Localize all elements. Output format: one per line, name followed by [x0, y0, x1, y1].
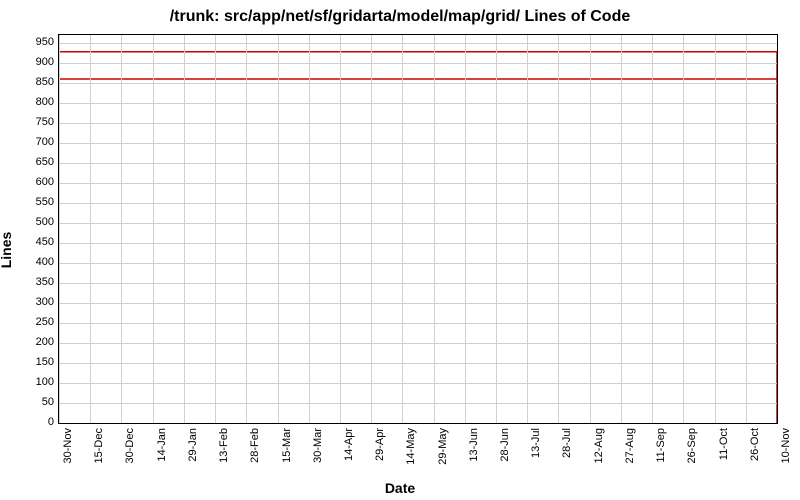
x-tick-label: 29-May	[437, 428, 449, 465]
gridline-vertical	[278, 35, 279, 423]
gridline-vertical	[59, 35, 60, 423]
x-tick-label: 26-Oct	[749, 428, 761, 461]
y-tick-label: 600	[14, 176, 54, 188]
gridline-vertical	[621, 35, 622, 423]
y-tick-label: 500	[14, 216, 54, 228]
x-tick-label: 28-Feb	[249, 428, 261, 463]
x-tick-label: 11-Sep	[655, 428, 667, 463]
y-tick-label: 150	[14, 356, 54, 368]
gridline-horizontal	[59, 303, 777, 304]
gridline-vertical	[558, 35, 559, 423]
y-tick-label: 0	[14, 416, 54, 428]
chart-container: /trunk: src/app/net/sf/gridarta/model/ma…	[0, 0, 800, 500]
gridline-horizontal	[59, 103, 777, 104]
gridline-vertical	[121, 35, 122, 423]
gridline-vertical	[371, 35, 372, 423]
y-tick-label: 700	[14, 136, 54, 148]
gridline-horizontal	[59, 83, 777, 84]
y-tick-label: 750	[14, 116, 54, 128]
gridline-vertical	[746, 35, 747, 423]
gridline-vertical	[153, 35, 154, 423]
x-tick-label: 15-Dec	[93, 428, 105, 463]
y-tick-label: 850	[14, 76, 54, 88]
x-tick-label: 28-Jul	[561, 428, 573, 458]
x-tick-label: 27-Aug	[624, 428, 636, 463]
gridline-horizontal	[59, 363, 777, 364]
x-tick-label: 12-Aug	[593, 428, 605, 463]
y-tick-label: 900	[14, 56, 54, 68]
y-tick-label: 250	[14, 316, 54, 328]
y-tick-label: 100	[14, 376, 54, 388]
gridline-vertical	[496, 35, 497, 423]
data-series-line	[59, 35, 777, 423]
chart-title: /trunk: src/app/net/sf/gridarta/model/ma…	[0, 8, 800, 26]
x-tick-label: 30-Mar	[312, 428, 324, 463]
gridline-horizontal	[59, 63, 777, 64]
y-tick-label: 450	[14, 236, 54, 248]
x-tick-label: 29-Jan	[187, 428, 199, 462]
gridline-vertical	[465, 35, 466, 423]
y-tick-label: 800	[14, 96, 54, 108]
y-tick-label: 550	[14, 196, 54, 208]
y-tick-label: 350	[14, 276, 54, 288]
x-tick-label: 29-Apr	[374, 428, 386, 461]
gridline-vertical	[90, 35, 91, 423]
gridline-horizontal	[59, 423, 777, 424]
y-tick-label: 200	[14, 336, 54, 348]
gridline-vertical	[246, 35, 247, 423]
x-tick-label: 26-Sep	[686, 428, 698, 463]
gridline-horizontal	[59, 183, 777, 184]
y-tick-label: 50	[14, 396, 54, 408]
x-tick-label: 13-Feb	[218, 428, 230, 463]
gridline-horizontal	[59, 163, 777, 164]
y-tick-label: 650	[14, 156, 54, 168]
x-tick-label: 15-Mar	[281, 428, 293, 463]
x-tick-label: 13-Jun	[468, 428, 480, 462]
gridline-horizontal	[59, 203, 777, 204]
x-tick-label: 30-Dec	[124, 428, 136, 463]
gridline-vertical	[527, 35, 528, 423]
y-tick-label: 950	[14, 36, 54, 48]
gridline-horizontal	[59, 323, 777, 324]
x-axis-label: Date	[0, 480, 800, 496]
gridline-vertical	[683, 35, 684, 423]
gridline-vertical	[652, 35, 653, 423]
gridline-horizontal	[59, 143, 777, 144]
y-tick-label: 300	[14, 296, 54, 308]
gridline-horizontal	[59, 43, 777, 44]
plot-area	[58, 34, 778, 424]
x-tick-label: 11-Oct	[718, 428, 730, 460]
gridline-horizontal	[59, 343, 777, 344]
gridline-vertical	[434, 35, 435, 423]
x-tick-label: 13-Jul	[530, 428, 542, 458]
x-tick-label: 10-Nov	[780, 428, 792, 463]
gridline-vertical	[590, 35, 591, 423]
x-tick-label: 28-Jun	[499, 428, 511, 462]
gridline-vertical	[777, 35, 778, 423]
gridline-vertical	[715, 35, 716, 423]
gridline-vertical	[402, 35, 403, 423]
gridline-vertical	[340, 35, 341, 423]
gridline-vertical	[309, 35, 310, 423]
x-tick-label: 14-May	[405, 428, 417, 465]
gridline-vertical	[215, 35, 216, 423]
gridline-horizontal	[59, 283, 777, 284]
gridline-horizontal	[59, 243, 777, 244]
x-tick-label: 14-Jan	[156, 428, 168, 462]
gridline-horizontal	[59, 263, 777, 264]
y-axis-label: Lines	[0, 232, 14, 269]
y-tick-label: 400	[14, 256, 54, 268]
gridline-vertical	[184, 35, 185, 423]
gridline-horizontal	[59, 383, 777, 384]
gridline-horizontal	[59, 123, 777, 124]
x-tick-label: 14-Apr	[343, 428, 355, 461]
gridline-horizontal	[59, 403, 777, 404]
gridline-horizontal	[59, 223, 777, 224]
x-tick-label: 30-Nov	[62, 428, 74, 463]
